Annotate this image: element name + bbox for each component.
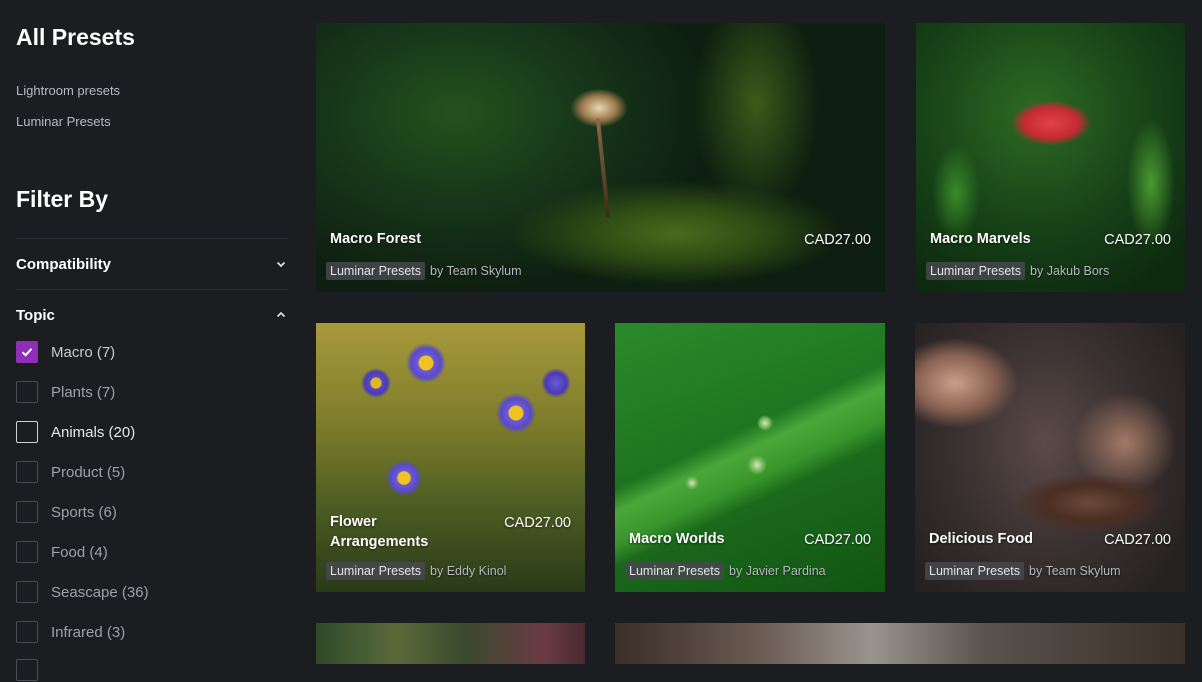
checkbox[interactable] <box>16 621 38 643</box>
preset-card-macro-forest[interactable]: Macro Forest CAD27.00 Luminar Presets by… <box>316 23 885 292</box>
topic-filter-infrared[interactable]: Infrared (3) <box>16 620 125 644</box>
checkbox[interactable] <box>16 381 38 403</box>
checkbox[interactable] <box>16 501 38 523</box>
card-image-leaf-droplets <box>615 323 885 592</box>
checkbox[interactable] <box>16 341 38 363</box>
card-title: Macro Marvels <box>930 231 1031 247</box>
topic-label-animals: Animals (20) <box>51 423 136 441</box>
card-author[interactable]: by Team Skylum <box>430 264 521 278</box>
divider <box>16 289 288 290</box>
filter-by-title: Filter By <box>16 186 109 212</box>
card-meta: Luminar Presets by Eddy Kinol <box>326 562 506 580</box>
card-image-camera <box>615 623 1185 664</box>
topic-label-sports: Sports (6) <box>51 503 117 521</box>
topic-filter-food[interactable]: Food (4) <box>16 540 108 564</box>
all-presets-title: All Presets <box>16 24 135 50</box>
card-price: CAD27.00 <box>804 232 871 248</box>
card-author[interactable]: by Jakub Bors <box>1030 264 1109 278</box>
preset-card-flower-arrangements[interactable]: Flower Arrangements CAD27.00 Luminar Pre… <box>316 323 585 592</box>
card-meta: Luminar Presets by Jakub Bors <box>926 262 1109 280</box>
checkbox[interactable] <box>16 581 38 603</box>
card-title: Macro Forest <box>330 231 422 247</box>
topic-filter-seascape[interactable]: Seascape (36) <box>16 580 149 604</box>
chevron-down-icon <box>274 257 288 271</box>
card-author[interactable]: by Eddy Kinol <box>430 564 506 578</box>
preset-card-delicious-food[interactable]: Delicious Food CAD27.00 Luminar Presets … <box>915 323 1185 592</box>
topic-label-seascape: Seascape (36) <box>51 583 149 601</box>
checkbox[interactable] <box>16 421 38 443</box>
topic-filter-next[interactable] <box>16 658 51 682</box>
card-meta: Luminar Presets by Javier Pardina <box>625 562 826 580</box>
lightroom-presets-link[interactable]: Lightroom presets <box>16 83 120 98</box>
topic-label-macro: Macro (7) <box>51 343 116 361</box>
checkbox[interactable] <box>16 659 38 681</box>
checkbox[interactable] <box>16 541 38 563</box>
card-price: CAD27.00 <box>1104 532 1171 548</box>
card-title: Delicious Food <box>929 531 1033 547</box>
category-tag[interactable]: Luminar Presets <box>326 562 426 580</box>
category-tag[interactable]: Luminar Presets <box>926 262 1026 280</box>
topic-filter-plants[interactable]: Plants (7) <box>16 380 115 404</box>
topic-label-plants: Plants (7) <box>51 383 116 401</box>
card-price: CAD27.00 <box>804 532 871 548</box>
divider <box>16 238 288 239</box>
category-tag[interactable]: Luminar Presets <box>625 562 725 580</box>
card-price: CAD27.00 <box>1104 232 1171 248</box>
card-title-line: Arrangements <box>330 534 429 550</box>
card-author[interactable]: by Javier Pardina <box>729 564 826 578</box>
card-title-line: Flower <box>330 514 377 530</box>
preset-card-macro-marvels[interactable]: Macro Marvels CAD27.00 Luminar Presets b… <box>916 23 1185 292</box>
category-tag[interactable]: Luminar Presets <box>326 262 426 280</box>
category-tag[interactable]: Luminar Presets <box>925 562 1025 580</box>
card-title: Macro Worlds <box>629 531 725 547</box>
card-image-ladybug <box>916 23 1185 292</box>
card-meta: Luminar Presets by Team Skylum <box>925 562 1120 580</box>
preset-card-partial[interactable] <box>615 623 1185 664</box>
topic-label-product: Product (5) <box>51 463 126 481</box>
check-icon <box>21 348 33 357</box>
topic-filter-macro[interactable]: Macro (7) <box>16 340 115 364</box>
compatibility-label: Compatibility <box>16 255 112 273</box>
chevron-up-icon <box>274 308 288 322</box>
topic-filter-animals[interactable]: Animals (20) <box>16 420 135 444</box>
compatibility-toggle[interactable]: Compatibility <box>16 252 288 276</box>
luminar-presets-link[interactable]: Luminar Presets <box>16 114 111 129</box>
preset-card-partial[interactable] <box>316 623 585 664</box>
topic-label: Topic <box>16 306 55 324</box>
card-price: CAD27.00 <box>504 515 571 531</box>
topic-toggle[interactable]: Topic <box>16 303 288 327</box>
topic-label-infrared: Infrared (3) <box>51 623 126 641</box>
card-title: Flower Arrangements <box>330 512 428 552</box>
topic-filter-product[interactable]: Product (5) <box>16 460 125 484</box>
checkbox[interactable] <box>16 461 38 483</box>
card-image-chocolate-whisk <box>915 323 1185 592</box>
topic-filter-sports[interactable]: Sports (6) <box>16 500 117 524</box>
card-author[interactable]: by Team Skylum <box>1029 564 1120 578</box>
preset-card-macro-worlds[interactable]: Macro Worlds CAD27.00 Luminar Presets by… <box>615 323 885 592</box>
card-meta: Luminar Presets by Team Skylum <box>326 262 521 280</box>
filter-sidebar: All Presets Lightroom presets Luminar Pr… <box>0 0 300 681</box>
topic-label-food: Food (4) <box>51 543 108 561</box>
card-image-foliage <box>316 623 585 664</box>
